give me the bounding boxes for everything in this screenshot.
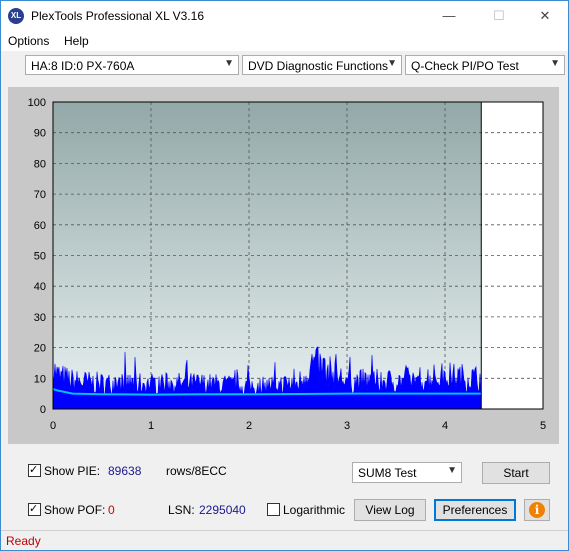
show-pie-label: Show PIE: (44, 464, 101, 478)
chevron-down-icon: ▼ (447, 465, 457, 476)
y-tick-label: 50 (34, 251, 46, 263)
plot-background (53, 102, 482, 409)
drive-select[interactable]: HA:8 ID:0 PX-760A ▼ (25, 55, 239, 75)
main-window: XL PlexTools Professional XL V3.16 — ☐ ✕… (0, 0, 569, 551)
show-pof-checkbox[interactable] (28, 502, 41, 516)
x-tick-label: 5 (540, 420, 546, 432)
status-text: Ready (6, 534, 41, 548)
logarithmic-label: Logarithmic (283, 503, 346, 517)
menu-options[interactable]: Options (8, 34, 49, 48)
test-select-value: Q-Check PI/PO Test (411, 59, 519, 73)
title-bar: XL PlexTools Professional XL V3.16 — ☐ ✕ (1, 1, 568, 31)
x-tick-label: 1 (148, 420, 154, 432)
maximize-button[interactable]: ☐ (476, 1, 522, 31)
logarithmic-checkbox[interactable] (267, 503, 280, 516)
close-button[interactable]: ✕ (522, 1, 568, 31)
lsn-label: LSN: (168, 503, 195, 517)
function-select[interactable]: DVD Diagnostic Functions ▼ (242, 55, 402, 75)
x-tick-label: 4 (442, 420, 448, 432)
y-tick-label: 60 (34, 220, 46, 232)
show-pie-checkbox[interactable] (28, 463, 41, 477)
y-tick-label: 0 (40, 404, 46, 416)
preferences-button[interactable]: Preferences (434, 499, 516, 521)
menu-bar: Options Help (1, 31, 568, 51)
status-bar: Ready (1, 530, 568, 550)
drive-select-value: HA:8 ID:0 PX-760A (31, 59, 135, 73)
info-icon: i (529, 502, 545, 518)
toolbar: HA:8 ID:0 PX-760A ▼ DVD Diagnostic Funct… (1, 51, 568, 81)
start-button[interactable]: Start (482, 462, 550, 484)
chevron-down-icon: ▼ (550, 58, 560, 69)
x-tick-label: 0 (50, 420, 56, 432)
y-tick-label: 70 (34, 189, 46, 201)
menu-help[interactable]: Help (64, 34, 89, 48)
minimize-button[interactable]: — (426, 1, 472, 31)
app-logo-icon: XL (8, 8, 24, 24)
y-tick-label: 10 (34, 373, 46, 385)
x-tick-label: 2 (246, 420, 252, 432)
pi-po-chart: 0 10 20 30 40 50 60 70 80 90 100 0 1 2 3 4 5 (28, 97, 546, 432)
chevron-down-icon: ▼ (224, 58, 234, 69)
view-log-button[interactable]: View Log (354, 499, 426, 521)
x-tick-label: 3 (344, 420, 350, 432)
function-select-value: DVD Diagnostic Functions (248, 59, 389, 73)
rows-label: rows/8ECC (166, 464, 227, 478)
test-select[interactable]: Q-Check PI/PO Test ▼ (405, 55, 565, 75)
y-tick-label: 100 (28, 97, 46, 109)
y-tick-label: 40 (34, 281, 46, 293)
sum8-select-value: SUM8 Test (358, 466, 417, 480)
info-button[interactable]: i (524, 499, 550, 521)
stats-panel: Show PIE: 89638 rows/8ECC SUM8 Test ▼ St… (8, 451, 559, 529)
sum8-select[interactable]: SUM8 Test ▼ (352, 462, 462, 483)
chart-panel: 0 10 20 30 40 50 60 70 80 90 100 0 1 2 3 4 5 (8, 87, 559, 444)
y-tick-label: 20 (34, 343, 46, 355)
chevron-down-icon: ▼ (387, 58, 397, 69)
y-tick-label: 80 (34, 158, 46, 170)
window-title: PlexTools Professional XL V3.16 (31, 9, 204, 23)
pof-value: 0 (108, 503, 115, 517)
lsn-value: 2295040 (199, 503, 246, 517)
y-tick-label: 90 (34, 128, 46, 140)
y-tick-label: 30 (34, 312, 46, 324)
pie-value: 89638 (108, 464, 142, 478)
show-pof-label: Show POF: (44, 503, 106, 517)
